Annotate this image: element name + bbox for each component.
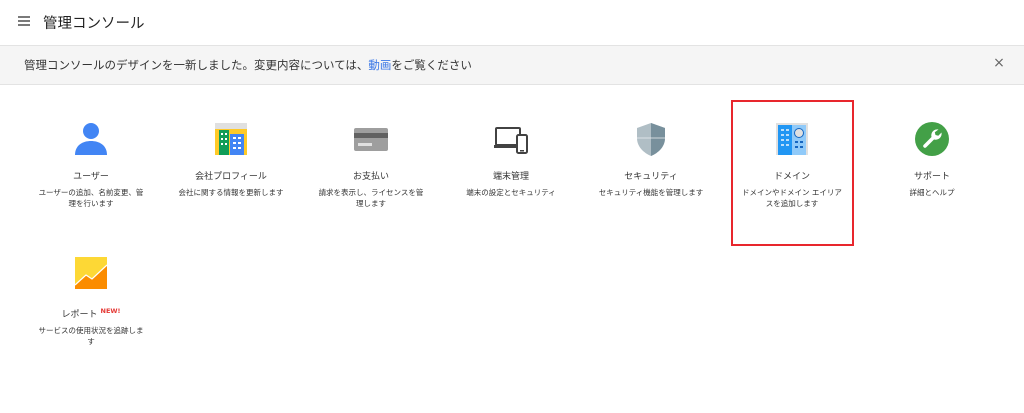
video-link[interactable]: 動画 xyxy=(368,58,391,72)
company-building-icon xyxy=(215,123,247,155)
wrench-icon xyxy=(915,122,949,156)
user-icon xyxy=(75,123,107,155)
tile-support[interactable]: サポート 詳細とヘルプ xyxy=(877,121,987,198)
tile-users[interactable]: ユーザー ユーザーの追加、名前変更、管理を行います xyxy=(36,121,146,209)
tile-title: 会社プロフィール xyxy=(195,172,267,182)
tile-title: サポート xyxy=(913,172,950,182)
tile-description: ユーザーの追加、名前変更、管理を行います xyxy=(38,188,144,208)
tile-description: サービスの使用状況を追跡します xyxy=(38,326,144,346)
tile-description: 会社に関する情報を更新します xyxy=(178,188,284,197)
tile-security[interactable]: セキュリティ セキュリティ機能を管理します xyxy=(596,121,706,198)
tile-title: 端末管理 xyxy=(492,172,529,182)
tile-company-profile[interactable]: 会社プロフィール 会社に関する情報を更新します xyxy=(176,121,286,198)
tile-reports[interactable]: レポート NEW! サービスの使用状況を追跡します xyxy=(36,255,146,347)
highlight-frame xyxy=(731,100,854,246)
top-app-bar: 管理コンソール xyxy=(0,0,1024,45)
tile-title: セキュリティ xyxy=(624,172,678,182)
tile-title: レポート NEW! xyxy=(36,305,146,321)
notice-text-before: 管理コンソールのデザインを一新しました。変更内容については、 xyxy=(24,58,369,72)
devices-icon xyxy=(494,127,528,154)
tile-description: 請求を表示し、ライセンスを管理します xyxy=(318,188,424,208)
report-chart-icon xyxy=(74,257,108,289)
notice-text-after: をご覧ください xyxy=(391,58,472,72)
tile-title: お支払い xyxy=(352,172,389,182)
tile-device-management[interactable]: 端末管理 端末の設定とセキュリティ xyxy=(456,121,566,198)
tile-title: ユーザー xyxy=(73,172,109,182)
tile-description: 詳細とヘルプ xyxy=(909,188,955,197)
close-icon[interactable]: × xyxy=(992,56,1006,70)
shield-icon xyxy=(637,123,665,156)
new-badge: NEW! xyxy=(100,307,121,315)
notice-text: 管理コンソールのデザインを一新しました。変更内容については、動画をご覧ください xyxy=(24,57,472,73)
credit-card-icon xyxy=(354,128,388,151)
tile-description: 端末の設定とセキュリティ xyxy=(466,188,556,197)
hamburger-menu-icon[interactable] xyxy=(18,16,30,26)
tile-billing[interactable]: お支払い 請求を表示し、ライセンスを管理します xyxy=(316,121,426,209)
tile-title-text: レポート xyxy=(61,310,98,320)
tile-description: セキュリティ機能を管理します xyxy=(598,188,704,197)
page-title: 管理コンソール xyxy=(43,16,145,32)
notice-banner: 管理コンソールのデザインを一新しました。変更内容については、動画をご覧ください … xyxy=(0,45,1024,85)
